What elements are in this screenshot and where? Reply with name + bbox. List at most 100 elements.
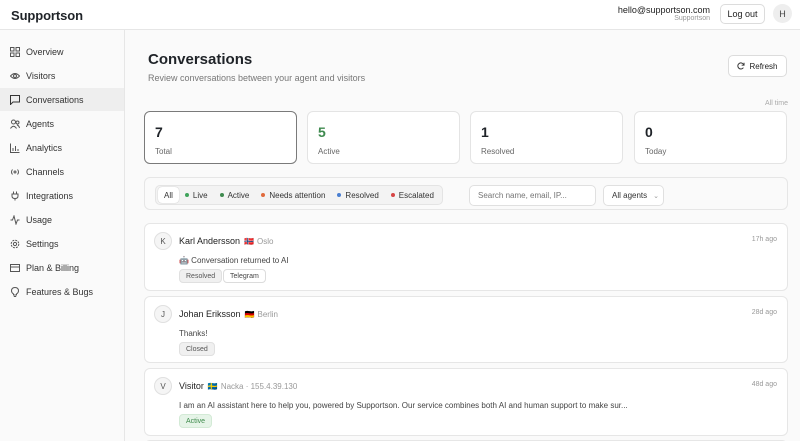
visitor-location: Nacka · 155.4.39.130 [220,382,298,391]
user-avatar[interactable]: H [773,4,792,23]
sidebar-item-plan-billing[interactable]: Plan & Billing [0,256,124,279]
chip-label: Live [192,190,208,200]
filter-chip-resolved[interactable]: Resolved [331,187,384,203]
status-dot [261,193,266,197]
credit-card-icon [10,263,20,273]
stat-label: Today [645,147,667,156]
stat-value: 0 [645,124,653,140]
stat-card-today[interactable]: 0 Today [634,111,787,164]
sidebar-item-channels[interactable]: Channels [0,160,124,183]
page-title: Conversations [148,51,253,68]
stat-value: 1 [481,124,489,140]
sidebar-item-label: Agents [26,118,55,129]
grid-icon [10,46,20,57]
stat-label: Total [155,147,172,156]
chip-label: Active [227,190,250,200]
filter-chip-all[interactable]: All [158,187,179,203]
stat-label: Active [318,147,340,156]
visitor-location: Oslo [257,237,274,246]
chip-label: All [164,190,173,200]
gear-icon [10,239,20,249]
logout-button[interactable]: Log out [720,4,765,24]
sidebar-item-label: Analytics [26,142,63,153]
status-filter-group: All Live Active Needs attention Resolved… [155,185,443,205]
sidebar-item-label: Conversations [26,94,84,105]
sidebar: Overview Visitors Conversations Agents A… [0,30,125,441]
filter-bar: All Live Active Needs attention Resolved… [144,177,788,210]
visitor-name: Johan Eriksson [179,309,241,319]
conversation-time: 48d ago [751,381,777,388]
status-dot [184,193,189,197]
stat-value: 5 [318,124,326,140]
status-dot [337,193,342,197]
filter-chip-live[interactable]: Live [179,187,214,203]
conversation-card[interactable]: K Karl Andersson 🇳🇴 Oslo 17h ago 🤖 Convers… [144,223,788,291]
sidebar-item-label: Settings [26,238,59,249]
channel-badge: Telegram [223,269,266,283]
stat-label: Resolved [481,147,515,156]
visitor-name: Visitor [179,381,204,391]
top-bar: Supportson hello@supportson.com Supports… [0,0,800,30]
stat-card-total[interactable]: 7 Total [144,111,297,164]
stat-card-active[interactable]: 5 Active [307,111,460,164]
conversation-card[interactable]: J Johan Eriksson 🇩🇪 Berlin 28d ago Thanks!… [144,296,788,363]
conversation-header: Visitor 🇸🇪 Nacka · 155.4.39.130 [179,381,297,391]
last-message: I am an AI assistant here to help you, p… [179,401,628,410]
search-input[interactable] [469,185,596,206]
sidebar-item-integrations[interactable]: Integrations [0,184,124,207]
activity-icon [10,214,20,225]
refresh-button[interactable]: Refresh [728,55,787,77]
status-badge: Resolved [179,269,223,283]
status-dot [219,193,224,197]
stat-card-resolved[interactable]: 1 Resolved [470,111,623,164]
conversation-header: Karl Andersson 🇳🇴 Oslo [179,236,273,246]
stat-value: 7 [155,124,163,140]
chip-label: Needs attention [269,190,326,200]
last-message: 🤖 Conversation returned to AI [179,256,289,265]
chat-icon [10,94,20,105]
sidebar-item-analytics[interactable]: Analytics [0,136,124,159]
avatar: V [154,377,172,395]
status-dot [390,193,395,197]
sidebar-item-visitors[interactable]: Visitors [0,64,124,87]
status-badge: Active [179,414,213,428]
refresh-icon [737,62,746,70]
sidebar-item-label: Channels [26,166,65,177]
sidebar-item-usage[interactable]: Usage [0,208,124,231]
chevron-down-icon: ⌄ [653,192,660,200]
last-message: Thanks! [179,329,208,338]
sidebar-item-label: Usage [26,214,53,225]
sidebar-item-overview[interactable]: Overview [0,40,124,63]
user-org: Supportson [674,15,710,22]
filter-chip-needs-attention[interactable]: Needs attention [255,187,331,203]
conversation-header: Johan Eriksson 🇩🇪 Berlin [179,309,278,319]
eye-icon [10,71,20,81]
conversation-time: 28d ago [751,309,777,316]
refresh-label: Refresh [749,61,778,71]
conversation-time: 17h ago [751,236,777,243]
page-subtitle: Review conversations between your agent … [148,73,366,83]
avatar: K [154,232,172,250]
time-range-label[interactable]: All time [765,100,788,107]
bar-chart-icon [10,143,20,153]
sidebar-item-features-bugs[interactable]: Features & Bugs [0,280,124,303]
avatar: J [154,305,172,323]
sidebar-item-label: Integrations [26,190,74,201]
chip-label: Resolved [345,190,379,200]
broadcast-icon [10,167,20,177]
flag-icon: 🇸🇪 [207,382,218,391]
sidebar-item-agents[interactable]: Agents [0,112,124,135]
main-content: Conversations Review conversations betwe… [125,30,800,441]
sidebar-item-settings[interactable]: Settings [0,232,124,255]
flag-icon: 🇩🇪 [244,310,255,319]
filter-chip-active[interactable]: Active [214,187,256,203]
conversation-card[interactable]: V Visitor 🇸🇪 Nacka · 155.4.39.130 48d ago … [144,368,788,436]
sidebar-item-conversations[interactable]: Conversations [0,88,124,111]
agents-select[interactable]: All agents ⌄ [603,185,664,206]
flag-icon: 🇳🇴 [244,237,255,246]
brand-logo[interactable]: Supportson [11,8,83,23]
sidebar-item-label: Overview [26,46,64,57]
filter-chip-escalated[interactable]: Escalated [385,187,440,203]
sidebar-item-label: Plan & Billing [26,262,80,273]
chip-label: Escalated [398,190,434,200]
